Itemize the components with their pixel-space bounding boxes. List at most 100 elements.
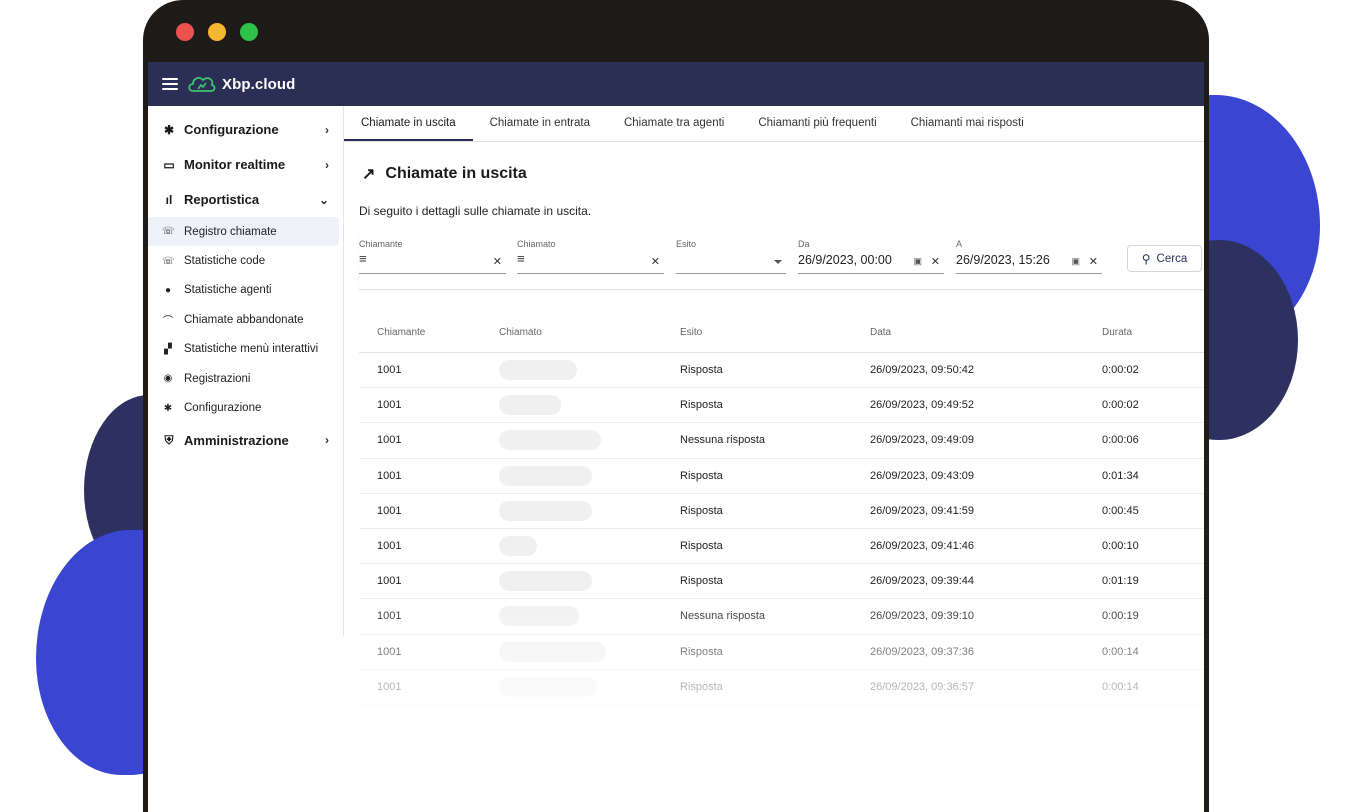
caller-filter-field[interactable]: Chiamante ≡ ✕	[359, 236, 506, 274]
cell-duration: 0:00:02	[1102, 364, 1139, 377]
clear-icon[interactable]: ✕	[931, 255, 940, 268]
date-to-field[interactable]: A 26/9/2023, 15:26 ▣ ✕	[956, 236, 1102, 274]
cell-caller: 1001	[377, 504, 402, 517]
redacted-number	[499, 430, 601, 451]
agent-icon: ●	[164, 284, 172, 296]
cell-called	[489, 536, 680, 557]
redacted-number	[499, 395, 561, 416]
chevron-right-icon: ›	[325, 157, 329, 172]
bar-chart-icon: ıl	[165, 192, 173, 207]
cell-outcome: Risposta	[680, 680, 723, 693]
clear-icon[interactable]: ✕	[651, 255, 660, 268]
cell-caller: 1001	[377, 364, 402, 377]
tab-chiamate-in-uscita[interactable]: Chiamate in uscita	[344, 106, 473, 141]
cell-called	[489, 641, 680, 662]
main-content: Chiamate in uscita Chiamate in entrata C…	[344, 106, 1204, 812]
cell-duration: 0:00:14	[1102, 645, 1139, 658]
filter-icon: ≡	[359, 251, 367, 266]
column-header-duration[interactable]: Durata	[1102, 327, 1204, 338]
cell-outcome: Risposta	[680, 399, 723, 412]
hamburger-menu-icon[interactable]	[162, 78, 178, 90]
chevron-right-icon: ›	[325, 433, 329, 448]
table-body: 1001 Risposta 26/09/2023, 09:50:42 0:00:02 1…	[359, 353, 1204, 705]
cell-duration: 0:00:06	[1102, 434, 1139, 447]
minimize-window-button[interactable]	[208, 23, 226, 41]
calendar-icon[interactable]: ▣	[913, 256, 922, 267]
redacted-number	[499, 571, 592, 592]
outcome-select[interactable]: Esito	[676, 236, 786, 274]
cell-caller: 1001	[377, 610, 402, 623]
chevron-right-icon: ›	[325, 122, 329, 137]
table-row[interactable]: 1001 Nessuna risposta 26/09/2023, 09:39:10…	[359, 599, 1204, 635]
tab-chiamate-tra-agenti[interactable]: Chiamate tra agenti	[607, 106, 741, 141]
sidebar-item-label: Chiamate abbandonate	[184, 313, 304, 326]
sidebar-item-label: Registro chiamate	[184, 225, 277, 238]
cell-date: 26/09/2023, 09:41:46	[870, 540, 974, 553]
outgoing-arrow-icon: ↗	[362, 166, 376, 183]
redacted-number	[499, 360, 577, 381]
sidebar-item-configurazione[interactable]: ✱ Configurazione	[148, 393, 343, 422]
called-filter-label: Chiamato	[517, 239, 556, 249]
column-header-date[interactable]: Data	[870, 327, 1102, 338]
app-logo-text[interactable]: Xbp.cloud	[222, 76, 295, 93]
sidebar-item-statistiche-agenti[interactable]: ● Statistiche agenti	[148, 276, 343, 305]
table-row[interactable]: 1001 Risposta 26/09/2023, 09:37:36 0:00:14	[359, 635, 1204, 670]
hangup-icon: ⌒	[163, 316, 173, 328]
table-row[interactable]: 1001 Risposta 26/09/2023, 09:41:46 0:00:10	[359, 529, 1204, 565]
table-row[interactable]: 1001 Risposta 26/09/2023, 09:39:44 0:01:19	[359, 564, 1204, 600]
calendar-icon[interactable]: ▣	[1071, 256, 1080, 267]
table-header: Chiamante Chiamato Esito Data Durata	[359, 312, 1204, 353]
record-icon: ◉	[163, 373, 173, 385]
gear-icon: ✱	[163, 122, 175, 137]
sidebar-group-reportistica[interactable]: ıl Reportistica ⌄	[148, 182, 343, 217]
tab-chiamanti-mai-risposti[interactable]: Chiamanti mai risposti	[894, 106, 1041, 141]
dropdown-caret-icon	[774, 260, 782, 264]
redacted-number	[499, 641, 606, 662]
maximize-window-button[interactable]	[240, 23, 258, 41]
sidebar-item-registrazioni[interactable]: ◉ Registrazioni	[148, 364, 343, 393]
ivr-icon: ▞	[164, 343, 172, 355]
close-window-button[interactable]	[176, 23, 194, 41]
table-row[interactable]: 1001 Risposta 26/09/2023, 09:36:57 0:00:14	[359, 670, 1204, 705]
sidebar-item-statistiche-menu-interattivi[interactable]: ▞ Statistiche menù interattivi	[148, 335, 343, 364]
date-from-field[interactable]: Da 26/9/2023, 00:00 ▣ ✕	[798, 236, 944, 274]
called-filter-field[interactable]: Chiamato ≡ ✕	[517, 236, 664, 274]
table-row[interactable]: 1001 Risposta 26/09/2023, 09:50:42 0:00:02	[359, 353, 1204, 389]
sidebar-item-label: Registrazioni	[184, 372, 251, 385]
sidebar-group-label: Configurazione	[184, 122, 279, 137]
sidebar-group-monitor-realtime[interactable]: ▭ Monitor realtime ›	[148, 147, 343, 182]
cell-outcome: Nessuna risposta	[680, 434, 765, 447]
cell-caller: 1001	[377, 399, 402, 412]
tab-chiamanti-piu-frequenti[interactable]: Chiamanti più frequenti	[741, 106, 893, 141]
search-button[interactable]: ⚲ Cerca	[1127, 245, 1202, 272]
sidebar-group-configurazione[interactable]: ✱ Configurazione ›	[148, 112, 343, 147]
redacted-number	[499, 536, 537, 557]
table-row[interactable]: 1001 Risposta 26/09/2023, 09:49:52 0:00:02	[359, 388, 1204, 424]
shield-icon: ⛨	[164, 432, 174, 447]
column-header-outcome[interactable]: Esito	[680, 327, 870, 338]
chevron-down-icon: ⌄	[318, 192, 329, 207]
column-header-caller[interactable]: Chiamante	[359, 327, 489, 338]
cell-called	[489, 676, 680, 697]
cell-called	[489, 606, 680, 627]
sidebar-item-registro-chiamate[interactable]: ☏ Registro chiamate	[148, 217, 339, 247]
cell-caller: 1001	[377, 645, 402, 658]
cell-caller: 1001	[377, 680, 402, 693]
clear-icon[interactable]: ✕	[1089, 255, 1098, 268]
cell-duration: 0:01:19	[1102, 575, 1139, 588]
filter-bar: Chiamante ≡ ✕ Chiamato ≡ ✕ Esito Da 26/9…	[359, 228, 1204, 290]
cell-called	[489, 571, 680, 592]
redacted-number	[499, 676, 597, 697]
clear-icon[interactable]: ✕	[493, 255, 502, 268]
table-row[interactable]: 1001 Risposta 26/09/2023, 09:43:09 0:01:34	[359, 459, 1204, 494]
table-row[interactable]: 1001 Risposta 26/09/2023, 09:41:59 0:00:45	[359, 494, 1204, 529]
table-row[interactable]: 1001 Nessuna risposta 26/09/2023, 09:49:09…	[359, 423, 1204, 459]
cell-called	[489, 465, 680, 486]
sidebar-item-statistiche-code[interactable]: ☏ Statistiche code	[148, 246, 343, 275]
tab-chiamate-in-entrata[interactable]: Chiamate in entrata	[473, 106, 607, 141]
sidebar-item-chiamate-abbandonate[interactable]: ⌒ Chiamate abbandonate	[148, 305, 343, 334]
cell-called	[489, 500, 680, 521]
search-icon: ⚲	[1141, 251, 1151, 266]
sidebar-group-amministrazione[interactable]: ⛨ Amministrazione ›	[148, 423, 343, 458]
column-header-called[interactable]: Chiamato	[489, 327, 680, 338]
